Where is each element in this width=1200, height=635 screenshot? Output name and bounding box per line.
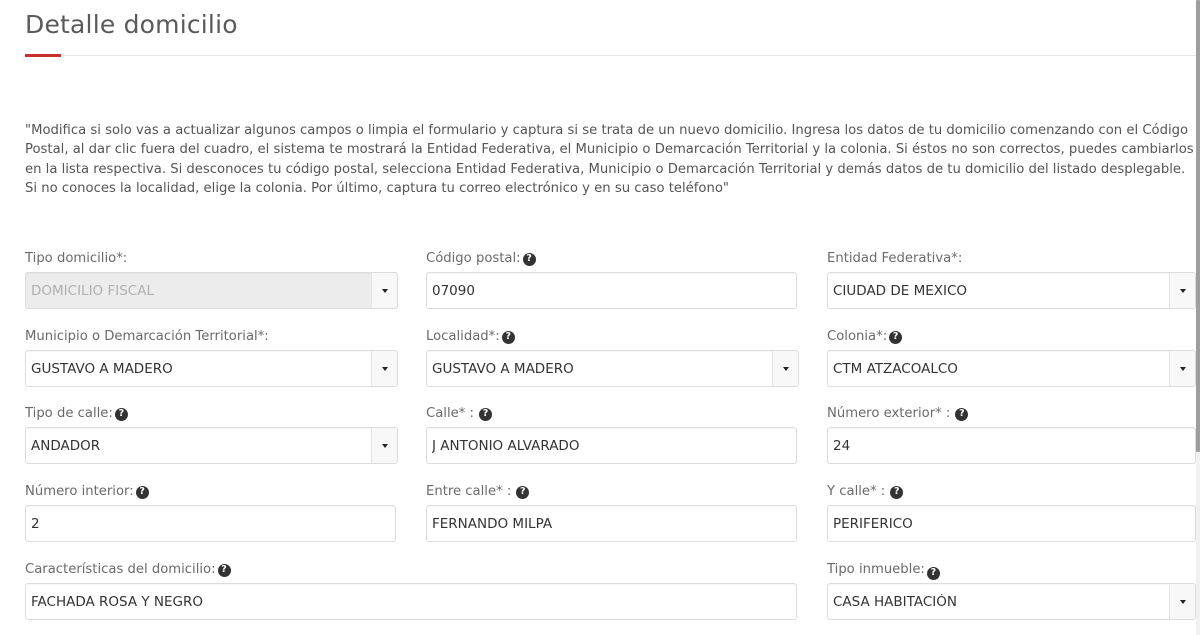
municipio-value: GUSTAVO A MADERO (31, 360, 173, 377)
numero-interior-input[interactable]: 2 (25, 505, 396, 542)
question-circle-icon[interactable]: ? (135, 485, 149, 499)
field-numero-interior: Número interior:? 2 (25, 482, 396, 542)
caracteristicas-input[interactable]: FACHADA ROSA Y NEGRO (25, 583, 797, 620)
caracteristicas-label: Características del domicilio: (25, 562, 216, 577)
tipo-domicilio-label: Tipo domicilio*: (25, 251, 128, 266)
municipio-select[interactable]: GUSTAVO A MADERO (25, 350, 398, 387)
colonia-label: Colonia*: (827, 329, 888, 344)
caret-down-icon (1179, 366, 1186, 371)
codigo-postal-input[interactable]: 07090 (426, 272, 797, 309)
colonia-select[interactable]: CTM ATZACOALCO (827, 350, 1196, 387)
colonia-dropdown-button[interactable] (1169, 351, 1195, 386)
address-detail-page: Detalle domicilio "Modifica si solo vas … (0, 0, 1200, 635)
numero-exterior-label: Número exterior* : (827, 406, 951, 421)
codigo-postal-value: 07090 (432, 282, 475, 299)
scrollbar-thumb[interactable] (1196, 0, 1200, 452)
question-circle-icon[interactable]: ? (890, 485, 904, 499)
calle-label: Calle* : (426, 406, 474, 421)
calle-value: J ANTONIO ALVARADO (432, 437, 580, 454)
field-municipio: Municipio o Demarcación Territorial*: GU… (25, 327, 398, 387)
municipio-dropdown-button[interactable] (371, 351, 397, 386)
question-circle-icon[interactable]: ? (516, 485, 530, 499)
entre-calle-input[interactable]: FERNANDO MILPA (426, 505, 797, 542)
entre-calle-value: FERNANDO MILPA (432, 515, 553, 532)
field-y-calle: Y calle* :? PERIFERICO (827, 482, 1196, 542)
caret-down-icon (782, 366, 789, 371)
tipo-inmueble-select[interactable]: CASA HABITACIÓN (827, 583, 1196, 620)
caret-down-icon (381, 288, 388, 293)
question-circle-icon[interactable]: ? (478, 407, 492, 421)
calle-input[interactable]: J ANTONIO ALVARADO (426, 427, 797, 464)
tipo-calle-value: ANDADOR (31, 437, 101, 454)
field-tipo-domicilio: Tipo domicilio*: DOMICILIO FISCAL (25, 249, 398, 309)
localidad-dropdown-button[interactable] (772, 351, 798, 386)
colonia-value: CTM ATZACOALCO (833, 360, 958, 377)
localidad-label: Localidad*: (426, 329, 500, 344)
localidad-select[interactable]: GUSTAVO A MADERO (426, 350, 799, 387)
caret-down-icon (1179, 599, 1186, 604)
numero-interior-label: Número interior: (25, 484, 134, 499)
field-caracteristicas: Características del domicilio:? FACHADA … (25, 560, 797, 620)
numero-exterior-input[interactable]: 24 (827, 427, 1196, 464)
caracteristicas-value: FACHADA ROSA Y NEGRO (31, 593, 204, 610)
field-localidad: Localidad*:? GUSTAVO A MADERO (426, 327, 799, 387)
question-circle-icon[interactable]: ? (955, 407, 969, 421)
entidad-federativa-select[interactable]: CIUDAD DE MEXICO (827, 272, 1196, 309)
field-tipo-inmueble: Tipo inmueble:? CASA HABITACIÓN (827, 560, 1196, 620)
y-calle-input[interactable]: PERIFERICO (827, 505, 1196, 542)
page-title: Detalle domicilio (25, 10, 238, 39)
title-divider (25, 55, 1200, 56)
localidad-value: GUSTAVO A MADERO (432, 360, 574, 377)
vertical-scrollbar[interactable] (1196, 0, 1200, 635)
field-entidad-federativa: Entidad Federativa*: CIUDAD DE MEXICO (827, 249, 1196, 309)
caret-down-icon (381, 443, 388, 448)
numero-exterior-value: 24 (833, 437, 851, 454)
field-colonia: Colonia*:? CTM ATZACOALCO (827, 327, 1196, 387)
question-circle-icon[interactable]: ? (114, 407, 128, 421)
tipo-domicilio-value: DOMICILIO FISCAL (31, 282, 154, 299)
question-circle-icon[interactable]: ? (501, 330, 515, 344)
instructions-text: "Modifica si solo vas a actualizar algun… (25, 123, 1194, 197)
tipo-calle-select[interactable]: ANDADOR (25, 427, 398, 464)
field-codigo-postal: Código postal:? 07090 (426, 249, 797, 309)
entidad-federativa-label: Entidad Federativa*: (827, 251, 963, 266)
tipo-inmueble-label: Tipo inmueble: (827, 562, 925, 577)
entre-calle-label: Entre calle* : (426, 484, 512, 499)
question-circle-icon[interactable]: ? (217, 563, 231, 577)
y-calle-label: Y calle* : (827, 484, 886, 499)
tipo-inmueble-dropdown-button[interactable] (1169, 584, 1195, 619)
entidad-federativa-dropdown-button[interactable] (1169, 273, 1195, 308)
question-circle-icon[interactable]: ? (889, 330, 903, 344)
field-calle: Calle* :? J ANTONIO ALVARADO (426, 404, 797, 464)
question-circle-icon[interactable]: ? (926, 566, 940, 580)
codigo-postal-label: Código postal: (426, 251, 521, 266)
question-circle-icon[interactable]: ? (522, 252, 536, 266)
field-tipo-calle: Tipo de calle:? ANDADOR (25, 404, 398, 464)
field-entre-calle: Entre calle* :? FERNANDO MILPA (426, 482, 797, 542)
numero-interior-value: 2 (31, 515, 40, 532)
y-calle-value: PERIFERICO (833, 515, 913, 532)
tipo-calle-label: Tipo de calle: (25, 406, 113, 421)
tipo-inmueble-value: CASA HABITACIÓN (833, 593, 957, 610)
caret-down-icon (381, 366, 388, 371)
field-numero-exterior: Número exterior* :? 24 (827, 404, 1196, 464)
tipo-domicilio-select[interactable]: DOMICILIO FISCAL (25, 272, 398, 309)
tipo-domicilio-dropdown-button[interactable] (371, 273, 397, 308)
title-accent-bar (25, 54, 61, 57)
caret-down-icon (1179, 288, 1186, 293)
entidad-federativa-value: CIUDAD DE MEXICO (833, 282, 968, 299)
tipo-calle-dropdown-button[interactable] (371, 428, 397, 463)
municipio-label: Municipio o Demarcación Territorial*: (25, 329, 269, 344)
